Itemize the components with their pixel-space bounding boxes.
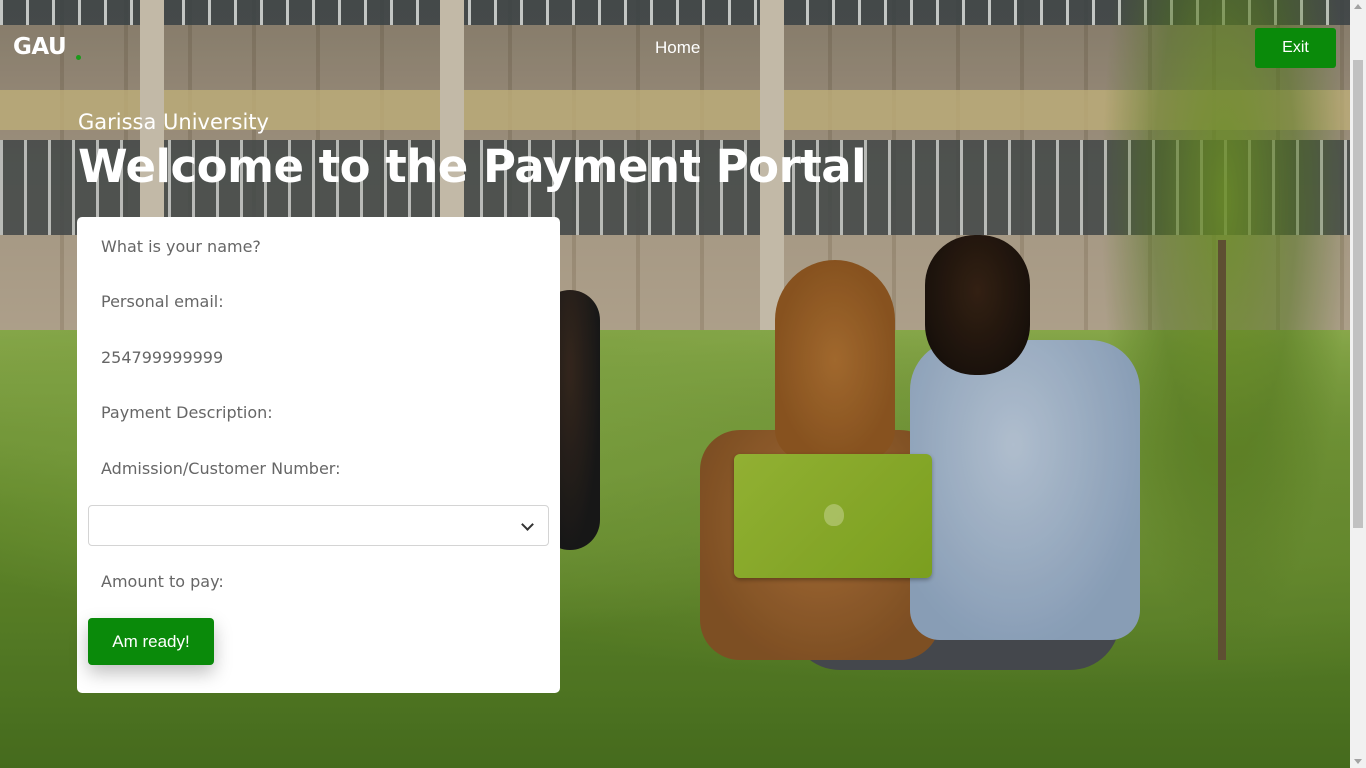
brand-logo[interactable]: GAU xyxy=(13,34,67,60)
university-name: Garissa University xyxy=(78,110,269,134)
nav-home-link[interactable]: Home xyxy=(655,38,700,58)
scroll-up-arrow-icon[interactable] xyxy=(1354,4,1362,9)
email-input[interactable] xyxy=(101,286,541,316)
chevron-down-icon xyxy=(521,518,534,531)
page-scrollbar[interactable] xyxy=(1350,0,1366,768)
phone-input[interactable] xyxy=(101,342,541,372)
submit-button[interactable]: Am ready! xyxy=(88,618,214,665)
brand-dot-icon xyxy=(76,55,81,60)
payment-description-input[interactable] xyxy=(101,397,541,427)
admission-number-input[interactable] xyxy=(101,453,541,483)
payment-type-select[interactable] xyxy=(88,505,549,546)
scroll-thumb[interactable] xyxy=(1353,60,1363,528)
payment-form: Am ready! xyxy=(77,217,560,693)
name-input[interactable] xyxy=(101,231,541,261)
amount-input[interactable] xyxy=(101,566,541,596)
page-title: Welcome to the Payment Portal xyxy=(78,140,867,193)
exit-button[interactable]: Exit xyxy=(1255,28,1336,68)
scroll-down-arrow-icon[interactable] xyxy=(1354,759,1362,764)
